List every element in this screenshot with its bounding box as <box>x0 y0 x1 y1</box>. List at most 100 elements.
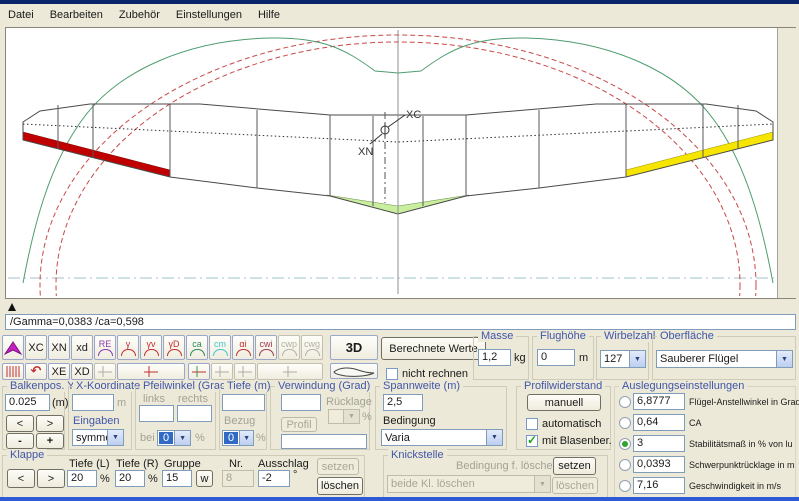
right-wing-flap[interactable] <box>626 132 773 177</box>
balkenpos-field[interactable]: 0.025 <box>5 394 50 411</box>
axis-button-disabled-wide[interactable] <box>257 363 323 380</box>
w-button[interactable]: w <box>196 470 213 487</box>
knickstelle-loeschen-button[interactable]: löschen <box>552 477 598 494</box>
flughoehe-field[interactable]: 0 <box>537 349 575 366</box>
balkenpos-plus-button[interactable]: + <box>36 433 64 449</box>
gruppe-field[interactable]: 15 <box>162 470 192 487</box>
masse-field[interactable]: 1,2 <box>478 349 511 366</box>
mit-blasenber-checkbox[interactable] <box>526 435 538 447</box>
gruppe-label: Gruppe <box>164 458 201 470</box>
position-marker-icon[interactable] <box>8 303 16 311</box>
ca-row-label: CA <box>689 418 702 428</box>
xd-button[interactable]: xd <box>71 335 93 360</box>
bezug-combo[interactable]: 0 ▼ <box>222 430 254 446</box>
ruecklage-label: Rücklage <box>326 396 372 408</box>
pfeilwinkel-bei-combo[interactable]: 0 ▼ <box>157 430 191 446</box>
automatisch-checkbox[interactable] <box>526 418 538 430</box>
ausschlag-field[interactable]: -2 <box>258 470 290 487</box>
wing-planform-canvas[interactable]: XC XN <box>5 27 796 299</box>
ruler-strip[interactable] <box>5 300 796 313</box>
pfeilwinkel-rechts-field[interactable] <box>177 405 212 422</box>
three-d-view-button[interactable]: 3D <box>330 335 378 360</box>
xe-button[interactable]: XE <box>48 363 70 380</box>
pfeilwinkel-links-field[interactable] <box>139 405 174 422</box>
curve-icon <box>167 349 182 356</box>
chevron-down-icon[interactable]: ▼ <box>486 430 502 445</box>
balkenpos-next-button[interactable]: > <box>36 415 64 432</box>
klappe-next-button[interactable]: > <box>37 469 65 488</box>
cwp-curve-button[interactable]: cwp <box>278 335 300 360</box>
klappe-loeschen-button[interactable]: löschen <box>317 477 363 495</box>
xd2-button[interactable]: XD <box>71 363 93 380</box>
cwi-curve-button[interactable]: cwi <box>255 335 277 360</box>
bedingung-combo[interactable]: Varia ▼ <box>381 429 503 446</box>
tiefe-r-field[interactable]: 20 <box>115 470 145 487</box>
anstellwinkel-field[interactable]: 6,8777 <box>633 393 685 410</box>
curve-icon <box>213 349 228 356</box>
schwerpunkt-radio[interactable] <box>619 459 631 471</box>
chevron-down-icon[interactable]: ▼ <box>239 431 253 445</box>
beam-view-button[interactable] <box>2 363 24 380</box>
gamma-curve-button[interactable]: γ <box>117 335 139 360</box>
balkenpos-prev-button[interactable]: < <box>6 415 34 432</box>
airfoil-button[interactable] <box>330 363 378 379</box>
klappe-prev-button[interactable]: < <box>7 469 35 488</box>
verwindung-field[interactable] <box>281 394 321 411</box>
gamma-d-curve-button[interactable]: γD <box>163 335 185 360</box>
chevron-down-icon: ▼ <box>534 476 550 492</box>
tiefe-l-field[interactable]: 20 <box>67 470 97 487</box>
knickstelle-combo[interactable]: beide Kl. löschen ▼ <box>387 475 551 493</box>
tiefe-field[interactable] <box>222 394 265 411</box>
bezug-label: Bezug <box>224 415 255 427</box>
wirbelzahl-combo[interactable]: 127 ▼ <box>600 350 646 368</box>
nr-field[interactable]: 8 <box>222 470 254 487</box>
oberflaeche-combo[interactable]: Sauberer Flügel ▼ <box>656 350 793 368</box>
axis-button-disabled-3[interactable] <box>234 363 256 380</box>
chevron-down-icon[interactable]: ▼ <box>174 431 190 445</box>
x-koordinate-field[interactable] <box>72 394 114 411</box>
menu-bearbeiten[interactable]: Bearbeiten <box>50 9 103 21</box>
axis-button-red[interactable] <box>117 363 185 380</box>
gamma-v-curve-button[interactable]: γv <box>140 335 162 360</box>
chevron-down-icon[interactable]: ▼ <box>776 351 792 367</box>
alpha-i-curve-button[interactable]: αi <box>232 335 254 360</box>
profil-button[interactable]: Profil <box>281 417 317 432</box>
chevron-down-icon[interactable]: ▼ <box>629 351 645 367</box>
xc-button[interactable]: XC <box>25 335 47 360</box>
manuell-button[interactable]: manuell <box>527 394 601 411</box>
ruecklage-value <box>329 410 343 423</box>
re-curve-button[interactable]: RE <box>94 335 116 360</box>
berechnete-werte-button[interactable]: Berechnete Werte <box>381 337 486 360</box>
balkenpos-minus-button[interactable]: - <box>6 433 34 449</box>
xn-button[interactable]: XN <box>48 335 70 360</box>
chevron-down-icon[interactable]: ▼ <box>107 430 123 445</box>
cm-curve-button[interactable]: cm <box>209 335 231 360</box>
schwerpunkt-field[interactable]: 0,0393 <box>633 456 685 473</box>
geschwindigkeit-radio[interactable] <box>619 480 631 492</box>
axis-button-disabled-1[interactable] <box>94 363 116 380</box>
ruecklage-combo[interactable]: ▼ <box>328 409 360 424</box>
profil-field[interactable] <box>281 434 367 449</box>
axis-button-disabled-2[interactable] <box>211 363 233 380</box>
ca-radio[interactable] <box>619 417 631 429</box>
knickstelle-setzen-button[interactable]: setzen <box>553 457 596 475</box>
application-window: Datei Bearbeiten Zubehör Einstellungen H… <box>0 0 799 501</box>
anstellwinkel-radio[interactable] <box>619 396 631 408</box>
menu-datei[interactable]: Datei <box>8 9 34 21</box>
menu-zubehoer[interactable]: Zubehör <box>119 9 160 21</box>
klappe-setzen-button[interactable]: setzen <box>317 458 359 475</box>
ca-field[interactable]: 0,64 <box>633 414 685 431</box>
menu-einstellungen[interactable]: Einstellungen <box>176 9 242 21</box>
stabilitaetsmass-radio[interactable] <box>619 438 631 450</box>
cwg-curve-button[interactable]: cwg <box>301 335 323 360</box>
undo-button[interactable]: ↶ <box>25 363 47 380</box>
wing-view-button[interactable] <box>2 335 24 360</box>
geschwindigkeit-field[interactable]: 7,16 <box>633 477 685 494</box>
nicht-rechnen-checkbox[interactable] <box>386 368 398 380</box>
axis-button-green[interactable] <box>188 363 210 380</box>
spannweite-field[interactable]: 2,5 <box>383 394 423 411</box>
ca-curve-button[interactable]: ca <box>186 335 208 360</box>
menu-hilfe[interactable]: Hilfe <box>258 9 280 21</box>
eingaben-combo[interactable]: symmetr ▼ <box>72 429 124 446</box>
stabilitaetsmass-field[interactable]: 3 <box>633 435 685 452</box>
